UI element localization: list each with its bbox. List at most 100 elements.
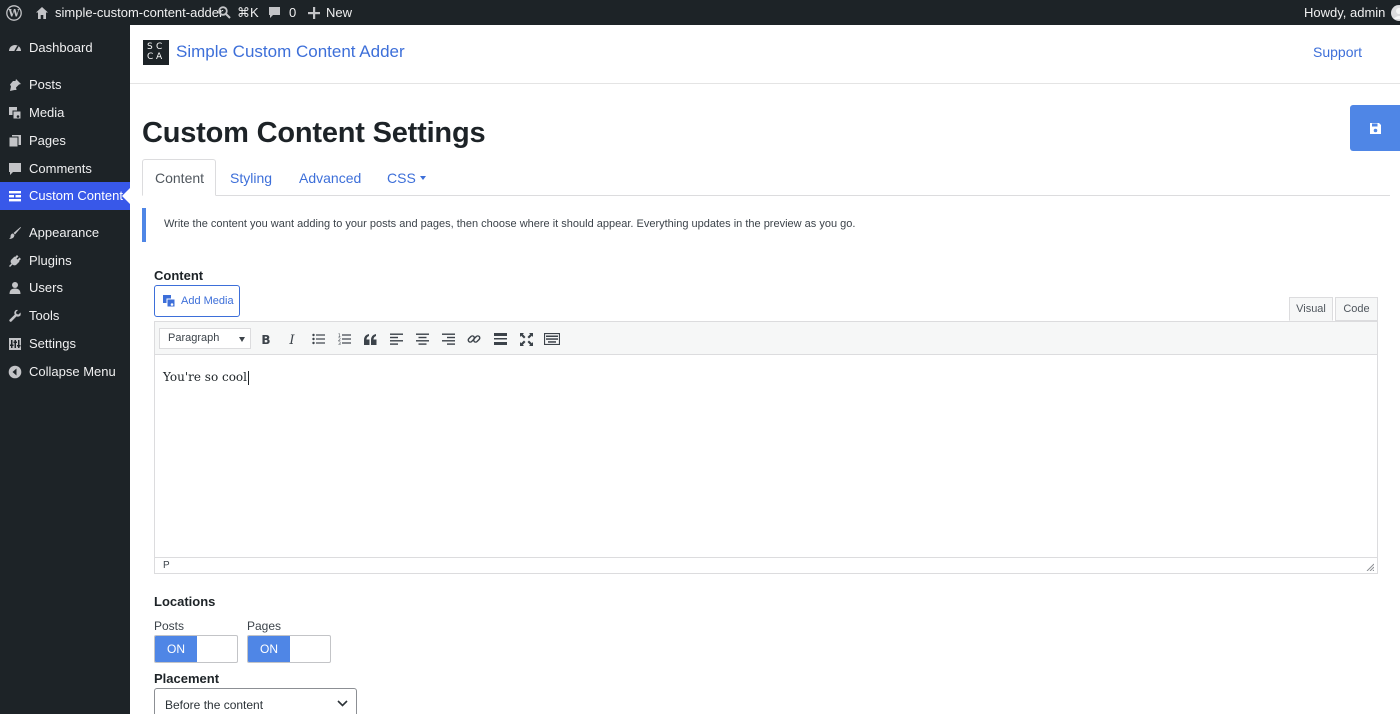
tab-code[interactable]: Code bbox=[1335, 297, 1378, 321]
read-more-icon bbox=[493, 333, 507, 345]
toggle-on-state: ON bbox=[248, 636, 290, 662]
sidebar-item-pages[interactable]: Pages bbox=[0, 127, 130, 155]
align-center-button[interactable] bbox=[411, 328, 433, 350]
tab-advanced[interactable]: Advanced bbox=[287, 159, 373, 196]
comments-count: 0 bbox=[289, 5, 297, 20]
sidebar-item-label: Pages bbox=[29, 133, 66, 148]
placement-select[interactable]: Before the content bbox=[154, 688, 357, 714]
main-content: SC CA Simple Custom Content Adder Suppor… bbox=[130, 25, 1400, 714]
sidebar-item-posts[interactable]: Posts bbox=[0, 71, 130, 99]
link-icon bbox=[467, 335, 481, 343]
sidebar-item-plugins[interactable]: Plugins bbox=[0, 247, 130, 275]
plugin-title: Simple Custom Content Adder bbox=[176, 42, 405, 61]
save-button[interactable] bbox=[1350, 105, 1400, 151]
sidebar-item-label: Collapse Menu bbox=[29, 364, 116, 379]
svg-text:I: I bbox=[288, 333, 295, 345]
align-right-button[interactable] bbox=[437, 328, 459, 350]
sidebar-item-label: Plugins bbox=[29, 253, 72, 268]
fullscreen-icon bbox=[519, 332, 533, 346]
tab-css[interactable]: CSS bbox=[375, 159, 438, 196]
editor-body[interactable]: You're so cool bbox=[155, 356, 1377, 557]
sidebar-item-label: Posts bbox=[29, 77, 62, 92]
bullet-list-button[interactable] bbox=[307, 328, 329, 350]
sidebar-item-users[interactable]: Users bbox=[0, 274, 130, 302]
wordpress-icon: W bbox=[6, 4, 22, 21]
sidebar-item-tools[interactable]: Tools bbox=[0, 302, 130, 330]
sidebar-item-media[interactable]: Media bbox=[0, 99, 130, 127]
tab-visual[interactable]: Visual bbox=[1289, 297, 1333, 321]
italic-button[interactable]: I bbox=[281, 328, 303, 350]
editor-toolbar: Paragraph B I 123 bbox=[155, 322, 1377, 355]
media-icon bbox=[163, 295, 176, 308]
page-title: Custom Content Settings bbox=[142, 117, 486, 149]
wordpress-logo-button[interactable]: W bbox=[6, 0, 22, 25]
resize-handle-icon[interactable] bbox=[1366, 563, 1374, 571]
site-name-link[interactable]: simple-custom-content-adder bbox=[35, 0, 223, 25]
tab-styling[interactable]: Styling bbox=[218, 159, 284, 196]
format-select[interactable]: Paragraph bbox=[159, 328, 251, 349]
list-icon bbox=[9, 191, 21, 202]
sidebar-item-settings[interactable]: Settings bbox=[0, 330, 130, 358]
info-notice: Write the content you want adding to you… bbox=[142, 208, 1390, 242]
pin-icon bbox=[10, 79, 21, 91]
element-path[interactable]: P bbox=[163, 560, 170, 571]
posts-toggle[interactable]: ON bbox=[154, 635, 238, 663]
collapse-icon bbox=[8, 365, 22, 379]
toggle-on-state: ON bbox=[155, 636, 197, 662]
my-account-menu[interactable]: Howdy, admin bbox=[1304, 0, 1400, 25]
svg-text:B: B bbox=[261, 333, 270, 345]
locations-label: Locations bbox=[154, 594, 216, 609]
align-left-button[interactable] bbox=[385, 328, 407, 350]
site-name: simple-custom-content-adder bbox=[55, 5, 224, 20]
svg-text:3: 3 bbox=[338, 341, 341, 345]
editor-content: You're so cool bbox=[163, 370, 247, 384]
brush-icon bbox=[9, 227, 21, 239]
plugin-logo: SC CA bbox=[143, 40, 169, 65]
add-media-button[interactable]: Add Media bbox=[154, 285, 240, 317]
align-left-icon bbox=[389, 333, 403, 345]
tab-label: Visual bbox=[1296, 303, 1326, 315]
command-palette-button[interactable]: ⌘K bbox=[218, 0, 259, 25]
pages-label: Pages bbox=[247, 619, 282, 633]
content-editor: Paragraph B I 123 You're so cool P bbox=[154, 321, 1378, 574]
text-caret bbox=[248, 370, 249, 385]
sidebar-item-dashboard[interactable]: Dashboard bbox=[0, 34, 130, 62]
tab-label: Styling bbox=[230, 169, 273, 186]
editor-text-wrapper: You're so cool bbox=[163, 370, 249, 385]
add-media-label: Add Media bbox=[181, 295, 234, 307]
sidebar-item-custom-content[interactable]: Custom Content bbox=[0, 182, 130, 210]
numbered-list-icon: 123 bbox=[338, 333, 351, 345]
sidebar-item-appearance[interactable]: Appearance bbox=[0, 219, 130, 247]
read-more-button[interactable] bbox=[489, 328, 511, 350]
sidebar-item-comments[interactable]: Comments bbox=[0, 155, 130, 183]
tab-content[interactable]: Content bbox=[142, 159, 216, 196]
toolbar-toggle-button[interactable] bbox=[540, 328, 564, 350]
sidebar-item-label: Tools bbox=[29, 308, 60, 323]
fullscreen-button[interactable] bbox=[515, 328, 537, 350]
collapse-menu-button[interactable]: Collapse Menu bbox=[0, 358, 130, 386]
placement-value: Before the content bbox=[165, 698, 264, 712]
insert-link-button[interactable] bbox=[463, 328, 485, 350]
numbered-list-button[interactable]: 123 bbox=[333, 328, 355, 350]
pages-toggle[interactable]: ON bbox=[247, 635, 331, 663]
media-icon bbox=[9, 107, 22, 120]
sidebar-item-label: Dashboard bbox=[29, 40, 93, 55]
greeting: Howdy, admin bbox=[1304, 5, 1386, 20]
support-link[interactable]: Support bbox=[1313, 44, 1362, 60]
placement-label: Placement bbox=[154, 671, 220, 686]
bold-button[interactable]: B bbox=[255, 328, 277, 350]
blockquote-button[interactable] bbox=[359, 328, 381, 350]
svg-text:W: W bbox=[7, 8, 20, 19]
align-center-icon bbox=[415, 333, 429, 345]
comments-link[interactable]: 0 bbox=[268, 0, 296, 25]
wrench-icon bbox=[9, 309, 21, 322]
settings-tabs: Content Styling Advanced CSS bbox=[142, 159, 1390, 196]
sidebar-item-label: Users bbox=[29, 280, 63, 295]
sidebar-item-label: Custom Content bbox=[29, 188, 123, 203]
tab-label: Code bbox=[1343, 303, 1370, 315]
bold-icon: B bbox=[261, 333, 270, 345]
italic-icon: I bbox=[288, 333, 295, 345]
avatar bbox=[1391, 4, 1400, 21]
keyboard-icon bbox=[544, 333, 560, 345]
new-content-button[interactable]: New bbox=[308, 0, 352, 25]
